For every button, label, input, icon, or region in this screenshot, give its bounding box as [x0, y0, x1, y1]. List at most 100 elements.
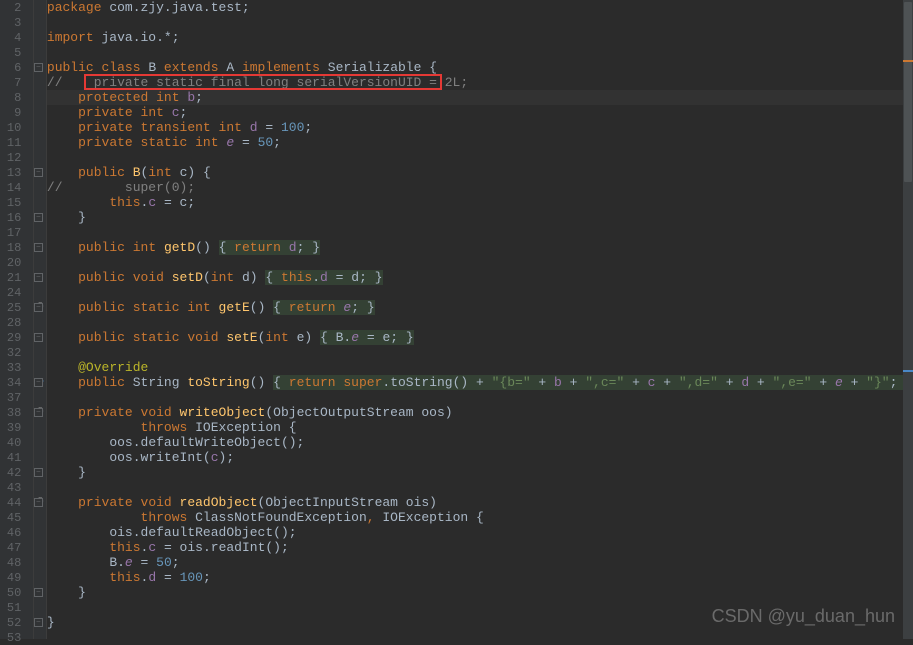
code-editor[interactable]: 2345678910111213141516171820212425282932… [0, 0, 913, 639]
fold-close-icon[interactable] [34, 618, 43, 627]
code-line[interactable]: // private static final long serialVersi… [47, 75, 913, 90]
scrollbar[interactable] [903, 0, 913, 639]
line-number[interactable]: 17 [0, 225, 33, 240]
line-number[interactable]: 18 [0, 240, 33, 255]
code-line[interactable] [47, 345, 913, 360]
gutter-icon-cell[interactable] [34, 345, 46, 360]
code-line[interactable]: throws ClassNotFoundException, IOExcepti… [47, 510, 913, 525]
line-number[interactable]: 9 [0, 105, 33, 120]
fold-open-icon[interactable] [34, 168, 43, 177]
gutter-icon-cell[interactable] [34, 450, 46, 465]
fold-close-icon[interactable] [34, 588, 43, 597]
code-line[interactable]: oos.defaultWriteObject(); [47, 435, 913, 450]
fold-close-icon[interactable] [34, 468, 43, 477]
line-number[interactable]: 11 [0, 135, 33, 150]
line-number[interactable]: 39 [0, 420, 33, 435]
gutter-icon-cell[interactable] [34, 510, 46, 525]
code-line[interactable]: public int getD() { return d; } [47, 240, 913, 255]
line-number[interactable]: 8 [0, 90, 33, 105]
line-number[interactable]: 7 [0, 75, 33, 90]
code-line[interactable]: } [47, 585, 913, 600]
code-line[interactable]: public B(int c) { [47, 165, 913, 180]
gutter-icon-cell[interactable] [34, 540, 46, 555]
line-number[interactable]: 13 [0, 165, 33, 180]
code-line[interactable] [47, 390, 913, 405]
gutter-icon-cell[interactable] [34, 30, 46, 45]
fold-open-icon[interactable] [34, 498, 43, 507]
code-line[interactable]: private int c; [47, 105, 913, 120]
line-number[interactable]: 38 [0, 405, 33, 420]
gutter-icon-cell[interactable] [34, 45, 46, 60]
gutter-icon-cell[interactable] [34, 150, 46, 165]
line-number[interactable]: 51 [0, 600, 33, 615]
code-line[interactable]: throws IOException { [47, 420, 913, 435]
gutter-icon-cell[interactable] [34, 525, 46, 540]
gutter-icon-cell[interactable] [34, 105, 46, 120]
gutter-icon-cell[interactable] [34, 600, 46, 615]
gutter-icon-cell[interactable] [34, 285, 46, 300]
fold-open-icon[interactable] [34, 243, 43, 252]
line-number[interactable]: 53 [0, 630, 33, 645]
line-number[interactable]: 10 [0, 120, 33, 135]
code-line[interactable]: oos.writeInt(c); [47, 450, 913, 465]
line-number[interactable]: 52 [0, 615, 33, 630]
fold-open-icon[interactable] [34, 63, 43, 72]
gutter-icon-cell[interactable] [34, 630, 46, 645]
gutter-icon-cell[interactable] [34, 120, 46, 135]
line-number[interactable]: 50 [0, 585, 33, 600]
code-line[interactable]: @Override [47, 360, 913, 375]
code-line[interactable]: public String toString() { return super.… [47, 375, 913, 390]
code-line[interactable]: private static int e = 50; [47, 135, 913, 150]
line-number[interactable]: 41 [0, 450, 33, 465]
code-line[interactable]: B.e = 50; [47, 555, 913, 570]
line-number[interactable]: 16 [0, 210, 33, 225]
line-number[interactable]: 24 [0, 285, 33, 300]
line-number[interactable]: 33 [0, 360, 33, 375]
code-line[interactable]: ois.defaultReadObject(); [47, 525, 913, 540]
gutter-icon-cell[interactable] [34, 15, 46, 30]
code-line[interactable] [47, 45, 913, 60]
gutter-icon-cell[interactable] [34, 390, 46, 405]
line-number[interactable]: 21 [0, 270, 33, 285]
fold-open-icon[interactable] [34, 303, 43, 312]
line-number[interactable]: 4 [0, 30, 33, 45]
line-number[interactable]: 25 [0, 300, 33, 315]
fold-close-icon[interactable] [34, 213, 43, 222]
line-number[interactable]: 43 [0, 480, 33, 495]
code-line[interactable]: this.c = ois.readInt(); [47, 540, 913, 555]
gutter-icon-cell[interactable] [34, 195, 46, 210]
line-number[interactable]: 48 [0, 555, 33, 570]
gutter-icon-cell[interactable] [34, 135, 46, 150]
line-number[interactable]: 37 [0, 390, 33, 405]
fold-open-icon[interactable] [34, 273, 43, 282]
gutter-icon-cell[interactable] [34, 570, 46, 585]
code-line[interactable] [47, 630, 913, 645]
line-number[interactable]: 15 [0, 195, 33, 210]
gutter-icon-cell[interactable] [34, 225, 46, 240]
line-number[interactable]: 2 [0, 0, 33, 15]
line-number[interactable]: 46 [0, 525, 33, 540]
code-line[interactable]: // super(0); [47, 180, 913, 195]
line-number[interactable]: 3 [0, 15, 33, 30]
code-line[interactable]: public class B extends A implements Seri… [47, 60, 913, 75]
gutter-icon-cell[interactable] [34, 255, 46, 270]
code-line[interactable]: private void writeObject(ObjectOutputStr… [47, 405, 913, 420]
line-number[interactable]: 32 [0, 345, 33, 360]
fold-open-icon[interactable] [34, 333, 43, 342]
line-number[interactable]: 45 [0, 510, 33, 525]
fold-open-icon[interactable] [34, 378, 43, 387]
gutter-icon-cell[interactable] [34, 75, 46, 90]
code-line[interactable]: private void readObject(ObjectInputStrea… [47, 495, 913, 510]
code-line[interactable] [47, 315, 913, 330]
line-number[interactable]: 42 [0, 465, 33, 480]
code-line[interactable]: } [47, 210, 913, 225]
gutter-icon-cell[interactable] [34, 555, 46, 570]
line-number[interactable]: 34 [0, 375, 33, 390]
code-line[interactable]: } [47, 465, 913, 480]
code-line[interactable]: public static int getE() { return e; } [47, 300, 913, 315]
line-number[interactable]: 29 [0, 330, 33, 345]
code-line[interactable] [47, 255, 913, 270]
line-number[interactable]: 40 [0, 435, 33, 450]
line-number-gutter[interactable]: 2345678910111213141516171820212425282932… [0, 0, 34, 639]
fold-open-icon[interactable] [34, 408, 43, 417]
